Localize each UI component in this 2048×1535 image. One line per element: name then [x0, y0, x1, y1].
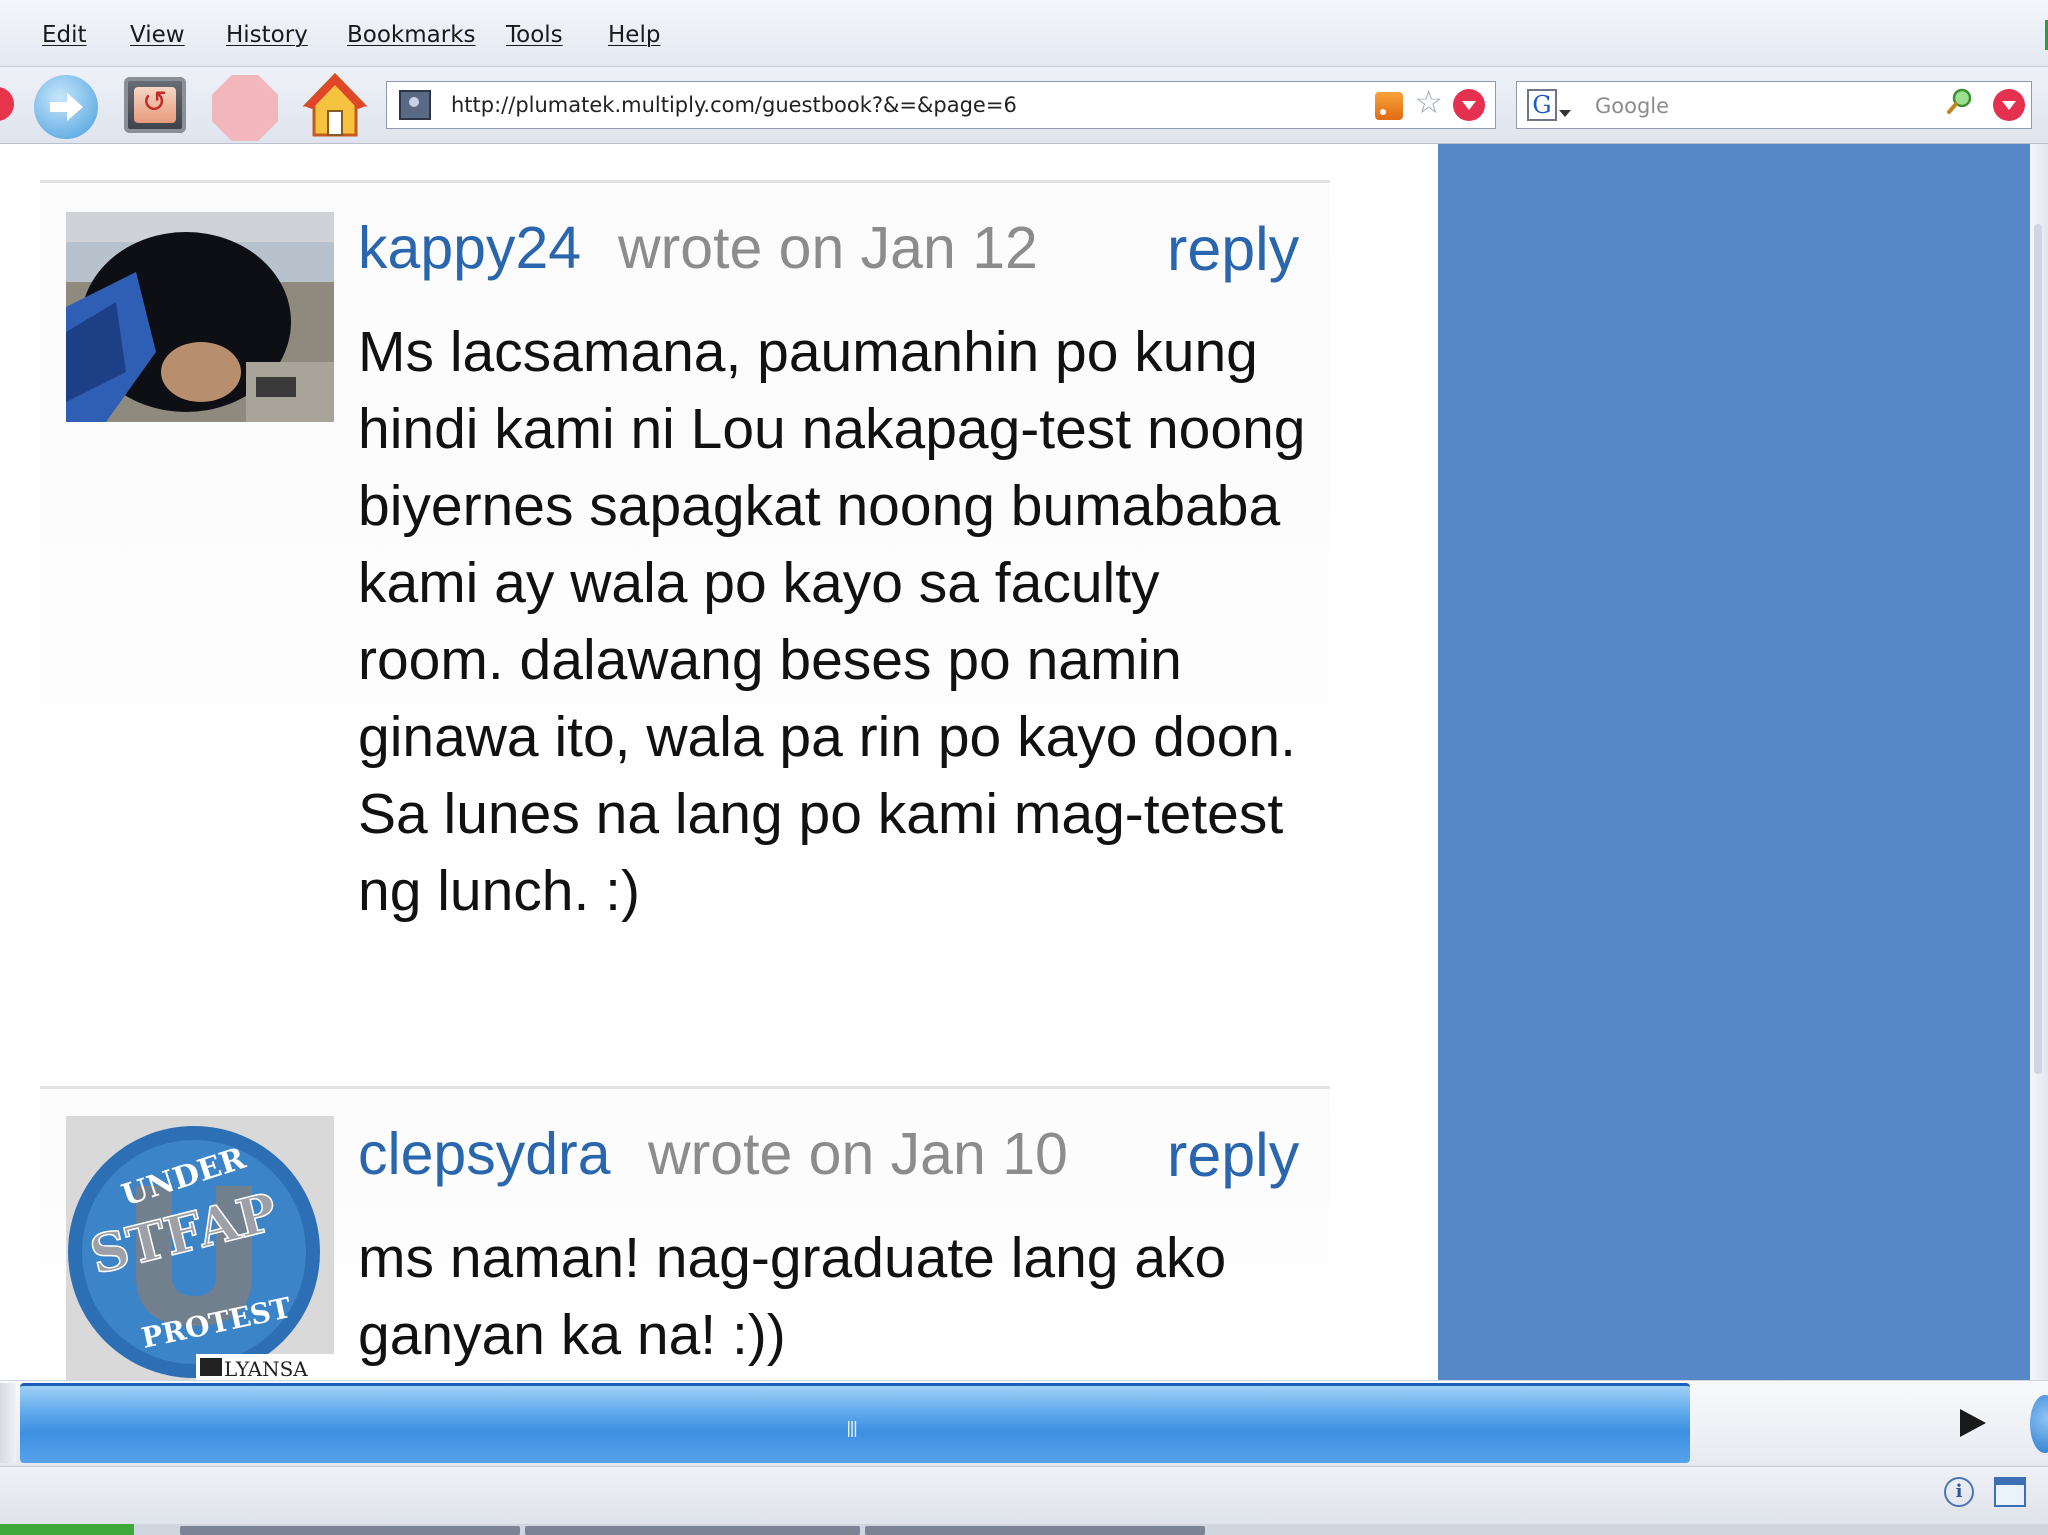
site-icon	[399, 90, 431, 120]
url-text[interactable]: http://plumatek.multiply.com/guestbook?&…	[451, 93, 1017, 117]
entry-message: ms naman! nag-graduate lang ako ganyan k…	[358, 1226, 1227, 1367]
navigation-toolbar: http://plumatek.multiply.com/guestbook?&…	[0, 67, 2048, 144]
search-input[interactable]	[1593, 90, 1917, 122]
entry-message: Ms lacsamana, paumanhin po kung hindi ka…	[358, 320, 1306, 923]
entry-author-link[interactable]: kappy24	[358, 214, 581, 282]
vertical-scrollbar-thumb[interactable]	[2034, 224, 2042, 1074]
menu-tools[interactable]: Tools	[506, 22, 563, 48]
entry-date: wrote on Jan 10	[648, 1121, 1068, 1187]
menu-bookmarks[interactable]: Bookmarks	[347, 22, 476, 48]
grip-icon: |||	[846, 1418, 858, 1437]
home-icon[interactable]	[302, 71, 368, 139]
scroll-right-arrow-icon[interactable]	[1942, 1395, 2000, 1453]
horizontal-scrollbar[interactable]: |||	[0, 1380, 2048, 1467]
search-icon[interactable]	[1947, 88, 1973, 114]
menu-help[interactable]: Help	[608, 22, 660, 48]
vertical-scrollbar[interactable]	[2030, 144, 2048, 1380]
taskbar	[0, 1524, 2048, 1535]
menu-edit[interactable]: Edit	[42, 22, 87, 48]
chevron-down-icon[interactable]	[1559, 110, 1571, 117]
menu-view[interactable]: View	[130, 22, 185, 48]
taskbar-item[interactable]	[865, 1526, 1205, 1535]
url-dropdown-icon[interactable]	[1453, 89, 1485, 121]
search-bar[interactable]: G	[1516, 81, 2032, 129]
avatar[interactable]	[66, 212, 334, 422]
entry-date: wrote on Jan 12	[618, 215, 1038, 281]
address-bar[interactable]: http://plumatek.multiply.com/guestbook?&…	[386, 81, 1496, 129]
reload-icon[interactable]	[124, 77, 186, 133]
stop-icon[interactable]	[212, 75, 278, 141]
forward-icon[interactable]	[34, 75, 98, 139]
star-icon[interactable]: ☆	[1414, 86, 1443, 118]
search-engine-icon[interactable]: G	[1527, 89, 1557, 121]
back-button-edge-icon[interactable]	[0, 87, 14, 121]
avatar[interactable]: UNDER STFAP PROTEST LYANSA	[66, 1116, 334, 1380]
avatar-text-badge: LYANSA	[224, 1357, 308, 1380]
menu-bar: Edit View History Bookmarks Tools Help	[0, 0, 2048, 67]
entry-author-link[interactable]: clepsydra	[358, 1120, 611, 1188]
scroll-left-button[interactable]	[0, 1383, 16, 1463]
window-icon[interactable]	[1994, 1477, 2026, 1507]
rss-icon[interactable]	[1375, 92, 1403, 120]
horizontal-scrollbar-thumb[interactable]: |||	[20, 1383, 1690, 1463]
taskbar-item[interactable]	[180, 1526, 520, 1535]
menu-history[interactable]: History	[226, 22, 308, 48]
reply-link[interactable]: reply	[1167, 1120, 1299, 1190]
sidebar-panel	[1438, 144, 2030, 1380]
reply-link[interactable]: reply	[1167, 214, 1299, 284]
taskbar-item[interactable]	[525, 1526, 860, 1535]
search-dropdown-icon[interactable]	[1993, 89, 2025, 121]
page-content: kappy24 wrote on Jan 12 reply Ms lacsama…	[0, 144, 2048, 1380]
start-button[interactable]	[0, 1524, 134, 1535]
scroll-edge-icon[interactable]	[2030, 1395, 2048, 1453]
info-icon[interactable]: i	[1944, 1477, 1974, 1507]
status-bar: i	[0, 1466, 2048, 1525]
